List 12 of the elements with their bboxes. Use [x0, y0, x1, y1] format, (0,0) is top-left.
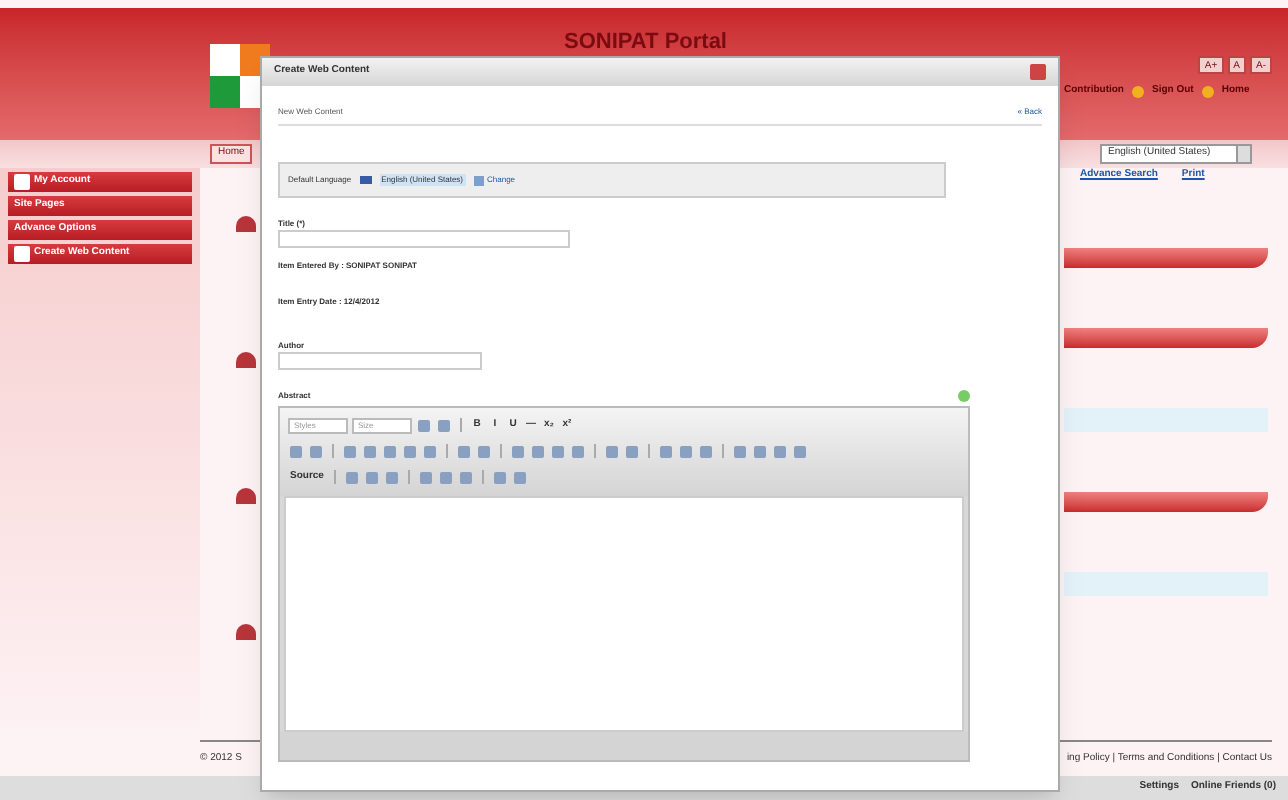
portlet-icon	[236, 488, 256, 504]
editor-text-area[interactable]	[284, 496, 964, 732]
title-input-field[interactable]	[278, 230, 570, 248]
page-icon	[14, 246, 30, 262]
author-input-field[interactable]	[278, 352, 482, 370]
portlet-icon	[236, 624, 256, 640]
portlet-icon	[236, 352, 256, 368]
page-icon	[14, 174, 30, 190]
portlet-icon	[236, 216, 256, 232]
flag-icon	[359, 176, 372, 184]
portal-title: SONIPAT Portal	[564, 28, 727, 56]
close-icon[interactable]	[1030, 64, 1046, 80]
